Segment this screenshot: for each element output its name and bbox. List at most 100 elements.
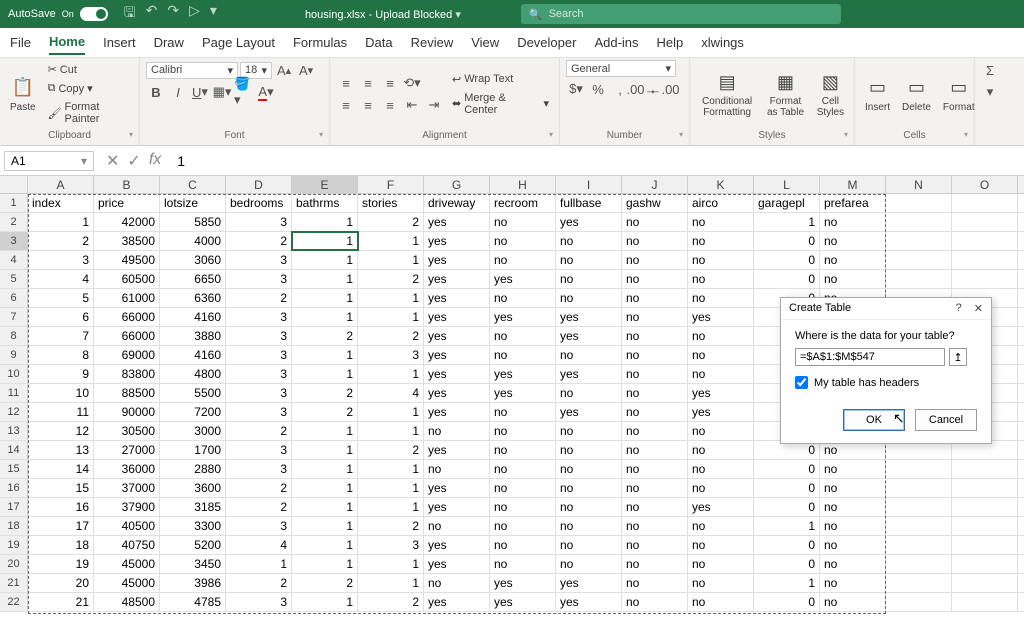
undo-icon[interactable]: ↶ — [146, 2, 158, 26]
cell[interactable]: no — [490, 403, 556, 421]
cell[interactable]: no — [556, 536, 622, 554]
ok-button[interactable]: OK — [843, 409, 905, 431]
cell[interactable]: 6 — [28, 308, 94, 326]
cell[interactable]: no — [490, 536, 556, 554]
cell[interactable]: 49500 — [94, 251, 160, 269]
cell[interactable]: 4160 — [160, 308, 226, 326]
cell[interactable]: no — [688, 327, 754, 345]
cell[interactable]: yes — [556, 593, 622, 611]
row-header[interactable]: 11 — [0, 384, 28, 402]
cell[interactable]: 6360 — [160, 289, 226, 307]
cell[interactable]: no — [556, 232, 622, 250]
fill-icon[interactable]: ▾ — [980, 82, 1000, 102]
row-header[interactable]: 5 — [0, 270, 28, 288]
cell[interactable]: 2 — [292, 574, 358, 592]
cell[interactable] — [886, 574, 952, 592]
cell[interactable]: no — [622, 498, 688, 516]
tab-draw[interactable]: Draw — [154, 31, 184, 54]
enter-formula-icon[interactable]: ✓ — [127, 151, 140, 171]
cell[interactable]: 42000 — [94, 213, 160, 231]
collapse-dialog-icon[interactable]: ↥ — [949, 348, 967, 366]
cell[interactable]: 2 — [358, 517, 424, 535]
cell[interactable]: no — [556, 460, 622, 478]
cell[interactable]: yes — [424, 441, 490, 459]
cell[interactable] — [886, 517, 952, 535]
cell[interactable]: yes — [424, 498, 490, 516]
row-header[interactable]: 10 — [0, 365, 28, 383]
align-left-icon[interactable]: ≡ — [336, 95, 356, 115]
column-header[interactable]: O — [952, 176, 1018, 193]
italic-icon[interactable]: I — [168, 82, 188, 102]
cell[interactable]: 1 — [358, 308, 424, 326]
cell[interactable]: airco — [688, 194, 754, 212]
cell[interactable]: 2 — [226, 289, 292, 307]
cell[interactable]: no — [622, 517, 688, 535]
cell[interactable]: no — [820, 251, 886, 269]
cell[interactable]: 8 — [28, 346, 94, 364]
cell[interactable]: 1 — [226, 555, 292, 573]
cancel-formula-icon[interactable]: ✕ — [106, 151, 119, 171]
tab-help[interactable]: Help — [657, 31, 684, 54]
cell[interactable]: 3 — [226, 308, 292, 326]
cell[interactable]: 1 — [292, 213, 358, 231]
cell[interactable]: no — [490, 422, 556, 440]
cell[interactable]: no — [556, 422, 622, 440]
cell[interactable]: no — [622, 403, 688, 421]
cell[interactable]: 12 — [28, 422, 94, 440]
cell[interactable]: 1 — [754, 574, 820, 592]
cell[interactable] — [886, 270, 952, 288]
cell[interactable]: lotsize — [160, 194, 226, 212]
cell[interactable]: no — [490, 517, 556, 535]
cell[interactable]: gashw — [622, 194, 688, 212]
cell[interactable]: 0 — [754, 498, 820, 516]
cell[interactable]: 61000 — [94, 289, 160, 307]
cell[interactable]: no — [688, 441, 754, 459]
cell[interactable]: yes — [424, 593, 490, 611]
cell[interactable]: no — [556, 441, 622, 459]
cell[interactable]: 83800 — [94, 365, 160, 383]
currency-icon[interactable]: $▾ — [566, 79, 586, 99]
cell[interactable]: garagepl — [754, 194, 820, 212]
cell[interactable]: yes — [490, 365, 556, 383]
cell[interactable]: no — [688, 289, 754, 307]
tab-review[interactable]: Review — [411, 31, 454, 54]
cell[interactable] — [952, 593, 1018, 611]
align-right-icon[interactable]: ≡ — [380, 95, 400, 115]
customize-qat-icon[interactable]: ▾ — [210, 2, 217, 26]
cell[interactable]: 3 — [226, 346, 292, 364]
cell[interactable]: 3 — [226, 270, 292, 288]
format-painter-button[interactable]: 🖌Format Painter — [44, 99, 133, 127]
cell[interactable]: yes — [424, 232, 490, 250]
cell[interactable]: no — [490, 289, 556, 307]
row-header[interactable]: 8 — [0, 327, 28, 345]
column-header[interactable]: B — [94, 176, 160, 193]
cell[interactable]: recroom — [490, 194, 556, 212]
column-header[interactable]: H — [490, 176, 556, 193]
font-name-dropdown[interactable]: Calibri▾ — [146, 62, 238, 79]
cell[interactable] — [952, 555, 1018, 573]
row-header[interactable]: 18 — [0, 517, 28, 535]
cell[interactable] — [952, 213, 1018, 231]
cell[interactable]: no — [820, 479, 886, 497]
cell[interactable]: no — [688, 460, 754, 478]
cell[interactable]: no — [688, 574, 754, 592]
cell[interactable]: 1700 — [160, 441, 226, 459]
cell[interactable]: 3000 — [160, 422, 226, 440]
cell[interactable]: 1 — [292, 593, 358, 611]
cell[interactable]: 4785 — [160, 593, 226, 611]
cell[interactable]: 36000 — [94, 460, 160, 478]
cell-styles-button[interactable]: ▧Cell Styles — [813, 68, 848, 120]
fill-color-icon[interactable]: 🪣▾ — [234, 82, 254, 102]
cell[interactable]: 1 — [358, 460, 424, 478]
cell[interactable]: no — [820, 536, 886, 554]
cell[interactable]: 10 — [28, 384, 94, 402]
column-header[interactable]: I — [556, 176, 622, 193]
column-header[interactable]: E — [292, 176, 358, 193]
cell[interactable]: no — [820, 555, 886, 573]
row-header[interactable]: 3 — [0, 232, 28, 250]
row-header[interactable]: 17 — [0, 498, 28, 516]
cell[interactable]: yes — [490, 270, 556, 288]
cell[interactable]: no — [622, 593, 688, 611]
cell[interactable]: no — [622, 574, 688, 592]
cell[interactable]: 1 — [358, 365, 424, 383]
